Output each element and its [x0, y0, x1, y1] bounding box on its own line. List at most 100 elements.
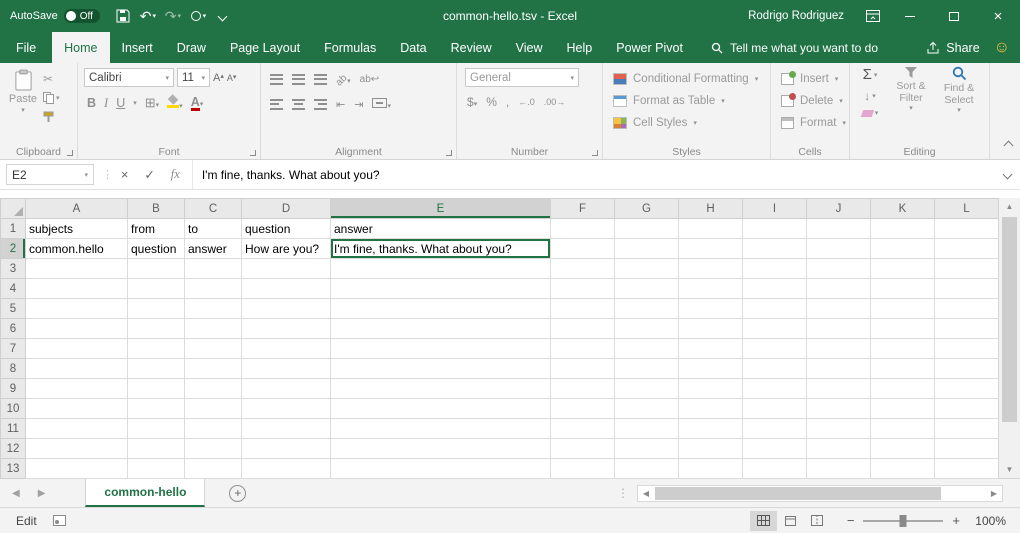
- macro-record-button[interactable]: [53, 515, 66, 526]
- number-dialog-launcher[interactable]: [592, 150, 598, 156]
- tab-draw[interactable]: Draw: [165, 32, 218, 63]
- cell-H12[interactable]: [679, 439, 743, 459]
- row-header-10[interactable]: 10: [1, 399, 26, 419]
- cell-D3[interactable]: [242, 259, 331, 279]
- row-header-4[interactable]: 4: [1, 279, 26, 299]
- format-painter-button[interactable]: [43, 110, 54, 124]
- cell-B4[interactable]: [128, 279, 185, 299]
- cell-K4[interactable]: [871, 279, 935, 299]
- underline-dropdown[interactable]: ▾: [133, 99, 137, 107]
- cell-A11[interactable]: [26, 419, 128, 439]
- cell-G9[interactable]: [615, 379, 679, 399]
- cell-A5[interactable]: [26, 299, 128, 319]
- file-tab[interactable]: File: [0, 32, 52, 63]
- cell-C12[interactable]: [185, 439, 242, 459]
- cell-D1[interactable]: question: [242, 219, 331, 239]
- cell-A6[interactable]: [26, 319, 128, 339]
- row-header-2[interactable]: 2: [1, 239, 26, 259]
- align-top-button[interactable]: [270, 74, 283, 85]
- next-sheet-button[interactable]: ▶: [38, 488, 46, 499]
- user-name[interactable]: Rodrigo Rodriguez: [748, 10, 844, 22]
- cell-E8[interactable]: [331, 359, 551, 379]
- cell-K13[interactable]: [871, 459, 935, 479]
- cell-H1[interactable]: [679, 219, 743, 239]
- row-header-1[interactable]: 1: [1, 219, 26, 239]
- cell-I11[interactable]: [743, 419, 807, 439]
- zoom-slider[interactable]: [863, 520, 943, 522]
- row-header-3[interactable]: 3: [1, 259, 26, 279]
- cell-F5[interactable]: [551, 299, 615, 319]
- row-header-11[interactable]: 11: [1, 419, 26, 439]
- maximize-button[interactable]: [932, 0, 976, 32]
- paste-button[interactable]: Paste ▾: [3, 67, 43, 144]
- cell-E4[interactable]: [331, 279, 551, 299]
- cell-A1[interactable]: subjects: [26, 219, 128, 239]
- cell-J13[interactable]: [807, 459, 871, 479]
- scroll-down-button[interactable]: ▼: [999, 461, 1020, 478]
- cell-F1[interactable]: [551, 219, 615, 239]
- cell-C10[interactable]: [185, 399, 242, 419]
- bold-button[interactable]: B: [87, 96, 96, 110]
- cell-J4[interactable]: [807, 279, 871, 299]
- column-header-L[interactable]: L: [935, 199, 999, 219]
- cell-A12[interactable]: [26, 439, 128, 459]
- cell-B10[interactable]: [128, 399, 185, 419]
- column-header-C[interactable]: C: [185, 199, 242, 219]
- cell-J6[interactable]: [807, 319, 871, 339]
- italic-button[interactable]: I: [104, 96, 108, 111]
- cell-F3[interactable]: [551, 259, 615, 279]
- cell-K11[interactable]: [871, 419, 935, 439]
- align-middle-button[interactable]: [292, 74, 305, 85]
- cell-I13[interactable]: [743, 459, 807, 479]
- cell-H3[interactable]: [679, 259, 743, 279]
- decrease-decimal-button[interactable]: .00→: [544, 97, 566, 107]
- format-as-table-button[interactable]: Format as Table ▾: [606, 90, 767, 112]
- vertical-scroll-thumb[interactable]: [1002, 217, 1017, 422]
- minimize-button[interactable]: [888, 0, 932, 32]
- cell-I10[interactable]: [743, 399, 807, 419]
- horizontal-scroll-track[interactable]: [654, 486, 986, 501]
- cell-I5[interactable]: [743, 299, 807, 319]
- previous-sheet-button[interactable]: ◀: [12, 488, 20, 499]
- cell-D7[interactable]: [242, 339, 331, 359]
- scroll-up-button[interactable]: ▲: [999, 198, 1020, 215]
- cell-H10[interactable]: [679, 399, 743, 419]
- tab-view[interactable]: View: [504, 32, 555, 63]
- cell-C8[interactable]: [185, 359, 242, 379]
- zoom-slider-thumb[interactable]: [900, 515, 907, 527]
- wrap-text-button[interactable]: ab↩: [360, 74, 380, 85]
- customize-quick-access-button[interactable]: [212, 4, 234, 28]
- normal-view-button[interactable]: [750, 511, 777, 531]
- column-header-H[interactable]: H: [679, 199, 743, 219]
- cell-I8[interactable]: [743, 359, 807, 379]
- align-center-button[interactable]: [292, 99, 305, 110]
- cell-C7[interactable]: [185, 339, 242, 359]
- touch-mouse-mode-button[interactable]: ▾: [187, 4, 209, 28]
- comma-format-button[interactable]: ,: [506, 95, 509, 109]
- tab-review[interactable]: Review: [439, 32, 504, 63]
- cell-C11[interactable]: [185, 419, 242, 439]
- cell-F13[interactable]: [551, 459, 615, 479]
- align-right-button[interactable]: [314, 99, 327, 110]
- cell-L3[interactable]: [935, 259, 999, 279]
- cell-C5[interactable]: [185, 299, 242, 319]
- cell-J7[interactable]: [807, 339, 871, 359]
- collapse-ribbon-button[interactable]: [1005, 138, 1012, 152]
- name-box[interactable]: E2 ▾: [6, 164, 94, 185]
- cell-D11[interactable]: [242, 419, 331, 439]
- alignment-dialog-launcher[interactable]: [446, 150, 452, 156]
- percent-format-button[interactable]: %: [486, 95, 497, 109]
- zoom-level[interactable]: 100%: [970, 514, 1006, 528]
- cell-H9[interactable]: [679, 379, 743, 399]
- delete-cells-button[interactable]: Delete ▾: [774, 90, 846, 112]
- cell-B12[interactable]: [128, 439, 185, 459]
- cell-C9[interactable]: [185, 379, 242, 399]
- tab-scrollbar-splitter[interactable]: ⋮: [617, 486, 629, 500]
- cell-L13[interactable]: [935, 459, 999, 479]
- formula-bar-expand-button[interactable]: [994, 160, 1020, 189]
- currency-format-button[interactable]: $▾: [467, 95, 477, 109]
- cell-B13[interactable]: [128, 459, 185, 479]
- row-header-7[interactable]: 7: [1, 339, 26, 359]
- vertical-scrollbar[interactable]: ▲ ▼: [998, 198, 1020, 478]
- decrease-font-size-button[interactable]: A▾: [227, 73, 237, 83]
